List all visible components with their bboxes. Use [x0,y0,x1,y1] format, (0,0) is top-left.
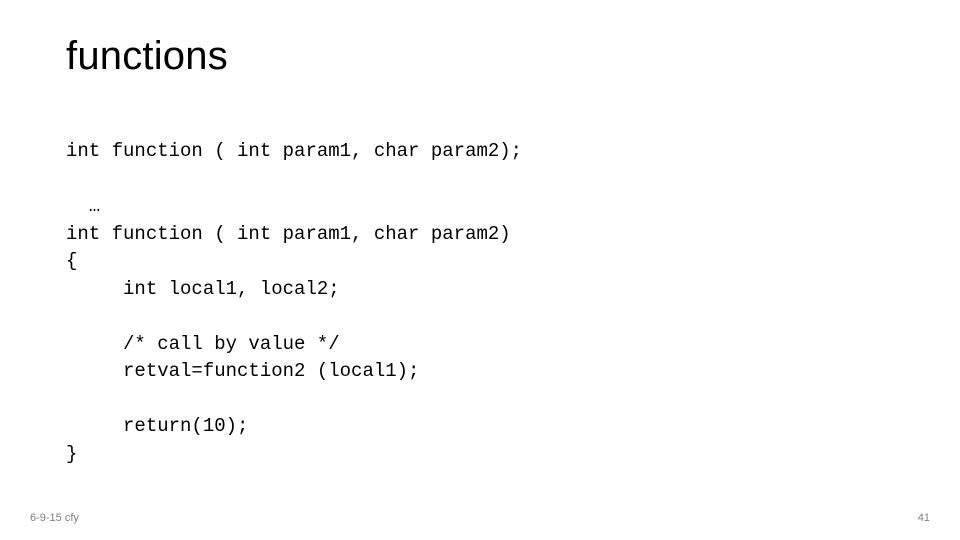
slide-number: 41 [918,512,930,524]
slide: functions int function ( int param1, cha… [0,0,960,540]
footer-date-author: 6-9-15 cfy [30,512,79,524]
slide-title: functions [66,34,228,79]
slide-body: int function ( int param1, char param2);… [66,138,894,469]
code-block: int function ( int param1, char param2);… [66,138,894,469]
